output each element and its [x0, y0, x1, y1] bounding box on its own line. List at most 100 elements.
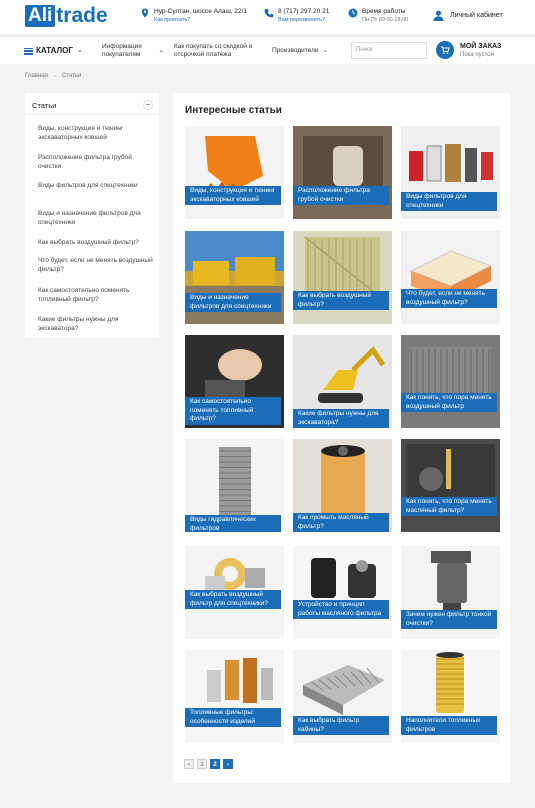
panel-filter-image: [293, 231, 392, 324]
sidebar-title: Статьи: [32, 101, 57, 110]
articles-sidebar: Статьи − Виды, конструкция и тюнинг экск…: [25, 93, 159, 338]
order-status: Пока пустой: [460, 52, 494, 58]
article-card[interactable]: Как выбрать воздушный фильтр?: [293, 231, 392, 324]
article-card-title: Устройство и принцип работы масляного фи…: [293, 600, 389, 619]
article-card[interactable]: Виды гидравлических фильтров: [185, 439, 284, 532]
divider: [25, 114, 159, 115]
menu-icon: [24, 47, 33, 55]
prev-page-button[interactable]: ‹: [184, 759, 194, 769]
logo[interactable]: Ali trade: [25, 4, 108, 28]
article-card[interactable]: Зачем нужен фильтр тонкой очистки?: [401, 546, 500, 639]
next-page-button[interactable]: ›: [223, 759, 233, 769]
breadcrumb: Главная → Статьи: [25, 73, 81, 79]
articles-content: Интересные статьи Виды, конструкция и тю…: [173, 93, 510, 783]
cabinet-label: Личный кабинет: [450, 12, 503, 19]
article-card[interactable]: Что будет, если не менять воздушный филь…: [401, 231, 500, 324]
article-card-title: Зачем нужен фильтр тонкой очистки?: [401, 610, 497, 629]
nav-credit-label: Как покупать со скидкой и отсрочкой плат…: [174, 43, 253, 58]
article-card-title: Наполнители топливных фильтров: [401, 716, 497, 735]
dirty-filter-image: [401, 335, 500, 428]
article-card[interactable]: Виды, конструкция и тюнинг экскаваторных…: [185, 126, 284, 219]
article-card[interactable]: Расположение фильтра грубой очистки: [293, 126, 392, 219]
logo-text: trade: [56, 4, 108, 27]
article-card-title: Как понять, что пора менять масляный фил…: [401, 497, 497, 516]
article-card[interactable]: Устройство и принцип работы масляного фи…: [293, 546, 392, 639]
fuel-filters-image: [185, 650, 284, 743]
article-card[interactable]: Как самостоятельно поменять топливный фи…: [185, 335, 284, 428]
nav-manufacturers-label: Производители: [272, 47, 319, 54]
article-card-title: Как выбрать воздушный фильтр?: [293, 291, 389, 310]
article-card[interactable]: Как понять, что пора менять масляный фил…: [401, 439, 500, 532]
sidebar-item[interactable]: Виды фильтров для спецтехники: [38, 181, 156, 190]
location-pin-icon: [141, 8, 149, 18]
article-card[interactable]: Виды фильтров для спецтехники: [401, 126, 500, 219]
catalog-label: КАТАЛОГ: [36, 46, 73, 55]
main-nav: КАТАЛОГ ⌄ Информация покупателям ⌄ Как п…: [0, 36, 535, 64]
article-card-title: Как самостоятельно поменять топливный фи…: [185, 397, 281, 425]
article-card-title: Как промыть масляный фильтр?: [293, 513, 389, 532]
catalog-menu-button[interactable]: КАТАЛОГ ⌄: [24, 37, 83, 65]
spin-filter-image: [293, 546, 392, 639]
hours-value: Пн-Пт 09:00-18:00: [362, 17, 409, 23]
page-title: Интересные статьи: [185, 105, 282, 116]
logo-mark: Ali: [25, 5, 56, 27]
article-card-title: Как выбрать фильтр кабины?: [293, 716, 389, 735]
article-card-title: Топливные фильтры: особенности изделий: [185, 708, 281, 727]
breadcrumb-separator: →: [51, 73, 58, 79]
phone-block: 8 (717) 297 20 21 Вам перезвонить?: [264, 7, 329, 25]
chevron-down-icon: ⌄: [158, 47, 164, 54]
chevron-down-icon: ⌄: [76, 47, 83, 54]
article-card[interactable]: Как промыть масляный фильтр?: [293, 439, 392, 532]
cart-icon: [441, 46, 450, 54]
article-card[interactable]: Как понять, что пора менять воздушный фи…: [401, 335, 500, 428]
address-link[interactable]: Как проехать?: [154, 16, 247, 25]
article-card-title: Как понять, что пора менять воздушный фи…: [401, 393, 497, 412]
sidebar-item[interactable]: Какие фильтры нужны для экскаватора?: [38, 315, 156, 333]
air-filter-image: [401, 231, 500, 324]
chevron-down-icon: ⌄: [322, 47, 329, 54]
breadcrumb-current: Статьи: [61, 73, 82, 79]
address-block: Нур-Султан, шоссе Алаш, 22/1 Как проехат…: [140, 7, 247, 25]
breadcrumb-home[interactable]: Главная: [25, 73, 48, 79]
collapse-toggle[interactable]: −: [143, 100, 153, 110]
article-card[interactable]: Виды и назначение фильтров для спецтехни…: [185, 231, 284, 324]
hours-title: Время работы: [362, 8, 406, 15]
article-card-title: Виды фильтров для спецтехники: [401, 192, 497, 211]
user-icon: [433, 10, 444, 21]
sidebar-item[interactable]: Виды и назначение фильтров для спецтехни…: [38, 209, 156, 227]
pagination: ‹ 1 2 ›: [184, 759, 236, 769]
search-input[interactable]: Поиск: [351, 42, 427, 59]
article-card-title: Что будет, если не менять воздушный филь…: [401, 289, 497, 308]
sidebar-item[interactable]: Как выбрать воздушный фильтр?: [38, 238, 156, 247]
sidebar-item[interactable]: Что будет, если не менять воздушный филь…: [38, 256, 156, 274]
nav-info[interactable]: Информация покупателям ⌄: [102, 37, 164, 65]
cart-button[interactable]: [436, 41, 454, 59]
article-card-title: Расположение фильтра грубой очистки: [293, 186, 389, 205]
article-card[interactable]: Как выбрать воздушный фильтр для спецтех…: [185, 546, 284, 639]
article-card-title: Виды гидравлических фильтров: [185, 515, 281, 532]
nav-credit[interactable]: Как покупать со скидкой и отсрочкой плат…: [174, 37, 264, 65]
article-card[interactable]: Какие фильтры нужны для экскаватора?: [293, 335, 392, 428]
engine-image: [293, 126, 392, 219]
article-card[interactable]: Как выбрать фильтр кабины?: [293, 650, 392, 743]
page-2-button[interactable]: 2: [210, 759, 220, 769]
article-card[interactable]: Топливные фильтры: особенности изделий: [185, 650, 284, 743]
sidebar-item[interactable]: Расположение фильтра грубой очистки: [38, 153, 156, 171]
order-title: МОЙ ЗАКАЗ: [460, 43, 502, 50]
clock-icon: [348, 8, 358, 18]
page-1-button[interactable]: 1: [197, 759, 207, 769]
sidebar-item[interactable]: Виды, конструкция и тюнинг экскаваторных…: [38, 124, 156, 142]
article-card[interactable]: Наполнители топливных фильтров: [401, 650, 500, 743]
oil-engine-image: [401, 439, 500, 532]
article-card-title: Какие фильтры нужны для экскаватора?: [293, 409, 389, 428]
phone-number[interactable]: 8 (717) 297 20 21: [278, 7, 329, 16]
hours-block: Время работы Пн-Пт 09:00-18:00: [348, 7, 408, 25]
nav-manufacturers[interactable]: Производители ⌄: [272, 37, 328, 65]
site-header: Ali trade Нур-Султан, шоссе Алаш, 22/1 К…: [0, 0, 535, 34]
article-card-title: Виды и назначение фильтров для спецтехни…: [185, 293, 281, 312]
my-order[interactable]: МОЙ ЗАКАЗ Пока пустой: [460, 43, 501, 60]
sidebar-item[interactable]: Как самостоятельно поменять топливный фи…: [38, 286, 156, 304]
personal-cabinet-link[interactable]: Личный кабинет: [433, 10, 503, 21]
callback-link[interactable]: Вам перезвонить?: [278, 16, 329, 25]
address-text: Нур-Султан, шоссе Алаш, 22/1: [154, 8, 247, 15]
